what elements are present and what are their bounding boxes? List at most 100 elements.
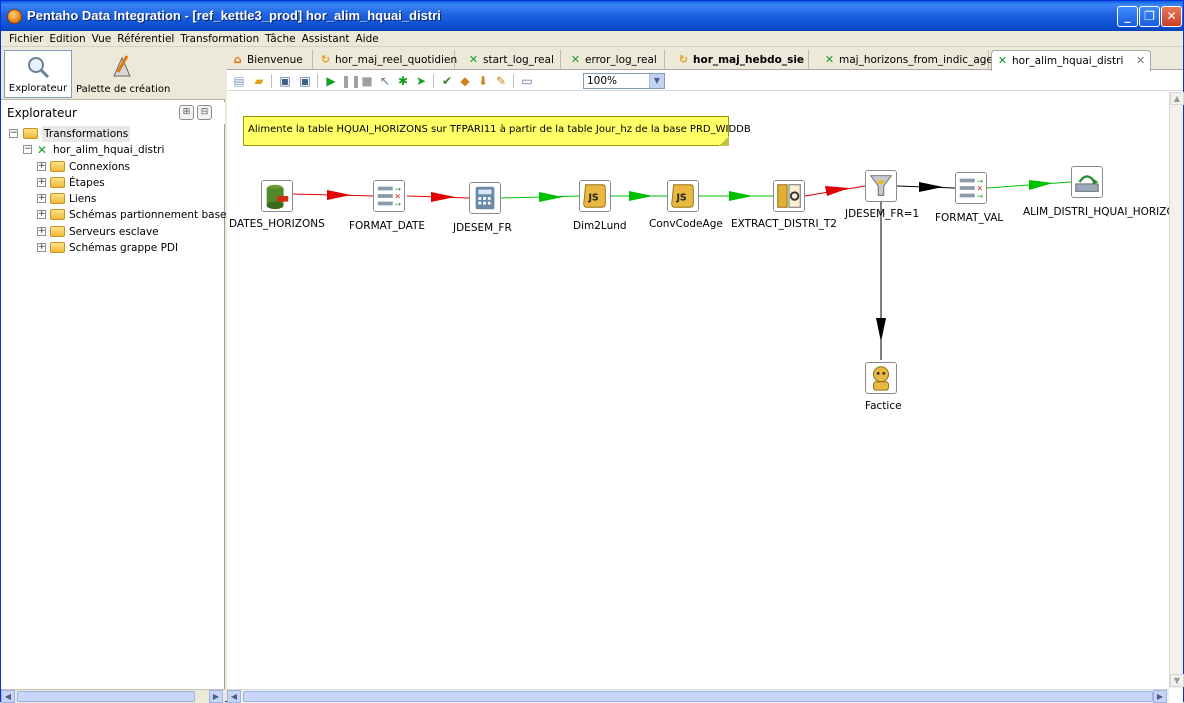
step-format-val[interactable]: → ✕ →	[955, 172, 987, 204]
expand-toggle-icon[interactable]: +	[37, 210, 46, 220]
magnifier-icon	[28, 57, 50, 79]
folder-icon	[50, 209, 65, 221]
step-factice[interactable]	[865, 362, 897, 394]
tree-item-schemas-grappe[interactable]: + Schémas grappe PDI	[1, 240, 225, 256]
expand-toggle-icon[interactable]: +	[37, 194, 46, 204]
menu-transformation[interactable]: Transformation	[177, 31, 262, 47]
close-tab-icon[interactable]: ✕	[1136, 51, 1145, 71]
tab-hor-maj-hebdo-sie[interactable]: ↻ hor_maj_hebdo_sie	[673, 50, 809, 70]
scrollbar-thumb[interactable]	[243, 691, 1153, 702]
hop-arrow-green	[539, 192, 563, 202]
transformation-icon: ✕	[36, 143, 48, 158]
hop-arrow-black	[876, 318, 886, 342]
tree-item-serveurs-esclave[interactable]: + Serveurs esclave	[1, 224, 225, 240]
tab-bienvenue[interactable]: ⌂ Bienvenue	[227, 50, 313, 70]
tab-start-log-real[interactable]: ✕ start_log_real	[463, 50, 561, 70]
menu-aide[interactable]: Aide	[352, 31, 381, 47]
transformation-icon: ✕	[570, 53, 581, 66]
tab-error-log-real[interactable]: ✕ error_log_real	[565, 50, 665, 70]
zoom-select[interactable]: 100% ▼	[583, 73, 665, 89]
menu-bar: Fichier Edition Vue Référentiel Transformati…	[1, 31, 1183, 47]
tab-hor-maj-reel-quotidien[interactable]: ↻ hor_maj_reel_quotidien	[315, 50, 457, 70]
save-icon[interactable]: ▣	[277, 73, 293, 89]
dummy-step-icon	[865, 362, 897, 394]
tree-item-schemas-partitionnement[interactable]: + Schémas partionnement bases	[1, 207, 232, 223]
save-as-icon[interactable]: ▣	[297, 73, 313, 89]
collapse-toggle-icon[interactable]: −	[9, 129, 18, 138]
tree-item-transformation[interactable]: − ✕ hor_alim_hquai_distri	[1, 142, 225, 158]
expand-toggle-icon[interactable]: +	[37, 161, 46, 171]
canvas-note[interactable]: Alimente la table HQUAI_HORIZONS sur TFP…	[243, 116, 751, 146]
step-dim2lund[interactable]: JS	[579, 180, 611, 212]
tree-item-label: Schémas grappe PDI	[69, 242, 179, 255]
maximize-button[interactable]: ❐	[1139, 6, 1160, 27]
zoom-value: 100%	[587, 75, 618, 87]
debug-icon[interactable]: ✱	[395, 73, 411, 89]
tree-item-label: Liens	[69, 193, 97, 206]
svg-text:JS: JS	[675, 193, 686, 204]
collapse-all-icon[interactable]: ⊟	[197, 105, 212, 120]
impact-icon[interactable]: ◆	[457, 73, 473, 89]
step-dates-horizons[interactable]	[261, 180, 293, 212]
scroll-up-icon[interactable]: ▲	[1170, 92, 1184, 105]
preview-icon[interactable]: ↖	[377, 73, 393, 89]
select-values-icon: → ✕ →	[373, 180, 405, 212]
expand-all-icon[interactable]: ⊞	[179, 105, 194, 120]
chevron-down-icon[interactable]: ▼	[649, 74, 664, 88]
open-folder-icon[interactable]: ▰	[251, 73, 267, 89]
menu-referentiel[interactable]: Référentiel	[114, 31, 177, 47]
stop-icon[interactable]: ■	[359, 73, 375, 89]
scroll-left-icon[interactable]: ◀	[227, 690, 241, 703]
explorer-perspective-button[interactable]: Explorateur	[4, 50, 72, 98]
new-file-icon[interactable]: ▤	[231, 73, 247, 89]
step-label: JDESEM_FR=1	[845, 208, 920, 220]
menu-edition[interactable]: Edition	[46, 31, 88, 47]
menu-fichier[interactable]: Fichier	[1, 31, 46, 47]
step-convcodeage[interactable]: JS	[667, 180, 699, 212]
scroll-right-icon[interactable]: ▶	[209, 690, 223, 703]
menu-assistant[interactable]: Assistant	[299, 31, 353, 47]
expand-toggle-icon[interactable]: +	[37, 226, 46, 236]
toolbar-separator	[513, 74, 514, 88]
verify-icon[interactable]: ✔	[439, 73, 455, 89]
show-results-icon[interactable]: ▭	[519, 73, 535, 89]
explore-db-icon[interactable]: ✎	[493, 73, 509, 89]
run-icon[interactable]: ▶	[323, 73, 339, 89]
step-extract-distri-t2[interactable]	[773, 180, 805, 212]
minimize-button[interactable]: _	[1117, 6, 1138, 27]
note-text: Alimente la table HQUAI_HORIZONS sur TFP…	[248, 124, 751, 135]
menu-vue[interactable]: Vue	[89, 31, 115, 47]
sql-icon[interactable]: ⬇	[475, 73, 491, 89]
scrollbar-thumb[interactable]	[17, 691, 195, 702]
scroll-down-icon[interactable]: ▼	[1170, 674, 1184, 687]
scroll-right-icon[interactable]: ▶	[1153, 690, 1167, 703]
canvas-horizontal-scrollbar[interactable]: ◀ ▶	[227, 689, 1169, 703]
tab-hor-alim-hquai-distri[interactable]: ✕ hor_alim_hquai_distri ✕	[991, 50, 1151, 71]
left-horizontal-scrollbar[interactable]: ◀ ▶	[1, 689, 225, 703]
palette-perspective-button[interactable]: Palette de création	[76, 50, 170, 98]
transformation-canvas[interactable]: Alimente la table HQUAI_HORIZONS sur TFP…	[227, 92, 1169, 688]
tab-label: start_log_real	[483, 54, 554, 66]
collapse-toggle-icon[interactable]: −	[23, 145, 32, 155]
canvas-vertical-scrollbar[interactable]: ▲ ▼	[1169, 92, 1184, 688]
replay-icon[interactable]: ➤	[413, 73, 429, 89]
job-icon: ↻	[678, 53, 689, 66]
tree-item-connexions[interactable]: + Connexions	[1, 159, 225, 175]
close-button[interactable]: ✕	[1161, 6, 1182, 27]
tree-item-liens[interactable]: + Liens	[1, 191, 225, 207]
step-jdesem-fr[interactable]	[469, 182, 501, 214]
tree-item-transformations[interactable]: − Transformations	[1, 126, 225, 142]
tab-maj-horizons-from-indic-age[interactable]: ✕ maj_horizons_from_indic_age	[819, 50, 993, 70]
step-jdesem-fr-1[interactable]	[865, 170, 897, 202]
expand-toggle-icon[interactable]: +	[37, 177, 46, 187]
step-format-date[interactable]: → ✕ →	[373, 180, 405, 212]
scroll-left-icon[interactable]: ◀	[1, 690, 15, 703]
step-label: Factice	[865, 400, 902, 412]
tree-item-etapes[interactable]: + Étapes	[1, 175, 225, 191]
step-alim-distri-hquai-horizons[interactable]	[1071, 166, 1103, 198]
expand-toggle-icon[interactable]: +	[37, 243, 46, 253]
folder-icon	[50, 176, 65, 188]
folder-icon	[23, 128, 38, 139]
menu-tache[interactable]: Tâche	[262, 31, 299, 47]
pause-icon[interactable]: ❚❚	[341, 73, 361, 89]
